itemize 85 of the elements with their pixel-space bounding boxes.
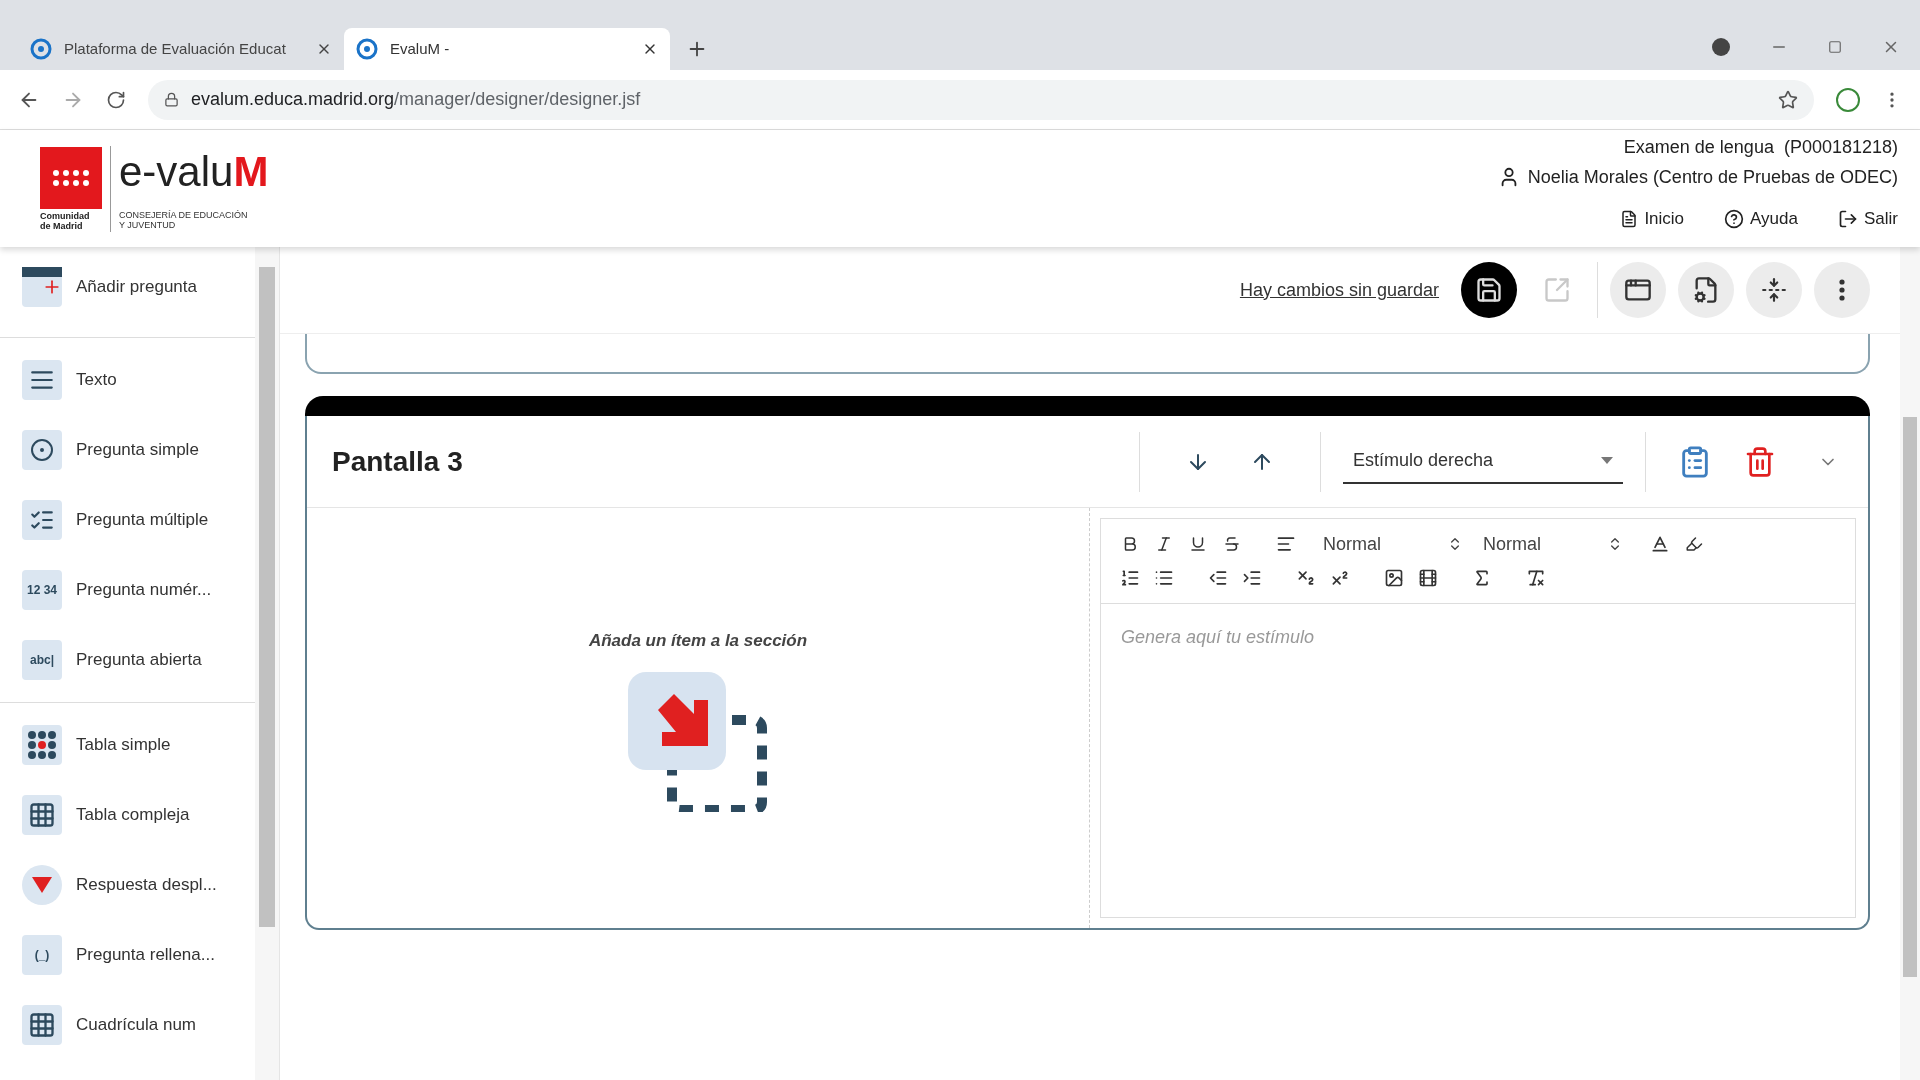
dot-grid-icon [22, 725, 62, 765]
more-icon [1839, 279, 1845, 301]
sidebar-item[interactable]: Pregunta simple [0, 430, 256, 470]
text-color-icon [1650, 534, 1670, 554]
sidebar-scrollbar[interactable] [255, 247, 279, 1080]
header-nav-link[interactable]: Salir [1838, 206, 1898, 232]
empty-section-message: Añada un ítem a la sección [588, 630, 808, 652]
checkbox-list-icon [22, 500, 62, 540]
grid-icon [22, 795, 62, 835]
sidebar-item[interactable]: abc| Pregunta abierta [0, 640, 256, 680]
bookmark-star-icon[interactable] [1778, 89, 1798, 110]
sidebar-item[interactable]: 12 34 Pregunta numér... [0, 570, 256, 610]
profile-icon[interactable] [1712, 38, 1730, 56]
bullet-list-icon [1154, 568, 1174, 588]
header-nav-link[interactable]: Ayuda [1724, 206, 1798, 232]
user-name: Noelia Morales (Centro de Pruebas de ODEC) [1527, 166, 1898, 189]
sidebar-item[interactable]: Tabla simple [0, 725, 256, 765]
collapse-button[interactable] [1746, 262, 1802, 318]
header-select[interactable]: Normal [1323, 530, 1463, 558]
caret-icon [1601, 457, 1613, 464]
grid-icon [22, 1005, 62, 1045]
image-icon [1384, 568, 1404, 588]
help-icon [1724, 208, 1745, 229]
radio-list-icon [22, 430, 62, 470]
lock-icon [164, 92, 179, 107]
browser-tab[interactable]: EvaluM - [344, 28, 670, 70]
header-nav-link[interactable]: Inicio [1620, 206, 1685, 232]
trash-icon [1744, 445, 1776, 478]
delete-button[interactable] [1744, 445, 1776, 478]
url-text: evalum.educa.madrid.org/manager/designer/designer.jsf [191, 88, 641, 111]
sidebar-item[interactable]: Pregunta múltiple [0, 500, 256, 540]
stimulus-editor[interactable]: Genera aquí tu estímulo [1101, 603, 1855, 917]
browser-tab[interactable]: Plataforma de Evaluación Educat [18, 28, 344, 70]
video-icon [1418, 568, 1438, 588]
background-color-icon [1685, 535, 1703, 553]
sidebar-item[interactable]: Añadir pregunta [0, 267, 256, 307]
ordered-list-icon [1120, 568, 1140, 588]
save-button[interactable] [1461, 262, 1517, 318]
tab-favicon-icon [356, 38, 378, 60]
rich-text-editor[interactable]: Normal Normal Genera aquí tu estímulo [1100, 518, 1856, 918]
clear-format-icon [1526, 568, 1546, 588]
tab-favicon-icon [30, 38, 52, 60]
layout-select[interactable]: Estímulo derecha [1343, 439, 1623, 484]
page-scrollbar[interactable] [1900, 247, 1920, 1080]
screen-title: Pantalla 3 [331, 444, 464, 479]
region-flag-icon [40, 146, 102, 209]
sidebar-item[interactable]: Respuesta despl... [0, 865, 256, 905]
sidebar-item[interactable]: Texto [0, 360, 256, 400]
reload-icon[interactable] [106, 89, 126, 110]
tab-title: Plataforma de Evaluación Educat [64, 38, 287, 59]
sidebar-item[interactable]: Cuadrícula num [0, 1005, 256, 1045]
strikethrough-icon [1223, 535, 1241, 553]
drop-item-icon [628, 671, 768, 812]
sidebar-item[interactable]: Tabla compleja [0, 795, 256, 835]
window-settings-button[interactable] [1610, 262, 1666, 318]
add-question-icon [22, 267, 62, 307]
collapse-icon [1761, 277, 1787, 303]
superscript-icon [1330, 568, 1350, 588]
indent-icon [1242, 568, 1262, 588]
department-name: CONSEJERÍA DE EDUCACIÓN Y JUVENTUD [119, 209, 249, 230]
unsaved-changes-link[interactable]: Hay cambios sin guardar [1239, 276, 1439, 304]
outdent-icon [1208, 568, 1228, 588]
align-icon [1276, 534, 1296, 554]
sidebar-item[interactable]: (_) Pregunta rellena... [0, 935, 256, 975]
exit-icon [1838, 208, 1858, 229]
question-type-icon: 12 34 [22, 570, 62, 610]
document-gear-icon [1692, 276, 1720, 304]
restore-icon[interactable] [1828, 40, 1842, 54]
address-bar[interactable]: evalum.educa.madrid.org/manager/designer/designer.jsf [148, 79, 1814, 120]
app-logo: e-valuM [119, 147, 269, 196]
question-type-icon: (_) [22, 935, 62, 975]
subscript-icon [1296, 568, 1316, 588]
size-select[interactable]: Normal [1483, 530, 1623, 558]
more-button[interactable] [1814, 262, 1870, 318]
italic-icon [1155, 535, 1173, 553]
exam-title: Examen de lengua (P000181218) [1623, 136, 1898, 159]
document-icon [1620, 209, 1639, 228]
text-lines-icon [22, 360, 62, 400]
region-name: Comunidad de Madrid [40, 210, 91, 231]
tab-title: EvaluM - [390, 38, 451, 59]
export-icon [1543, 276, 1571, 304]
question-type-icon: abc| [22, 640, 62, 680]
underline-icon [1189, 535, 1207, 553]
document-settings-button[interactable] [1678, 262, 1734, 318]
extension-icon[interactable] [1836, 87, 1860, 112]
